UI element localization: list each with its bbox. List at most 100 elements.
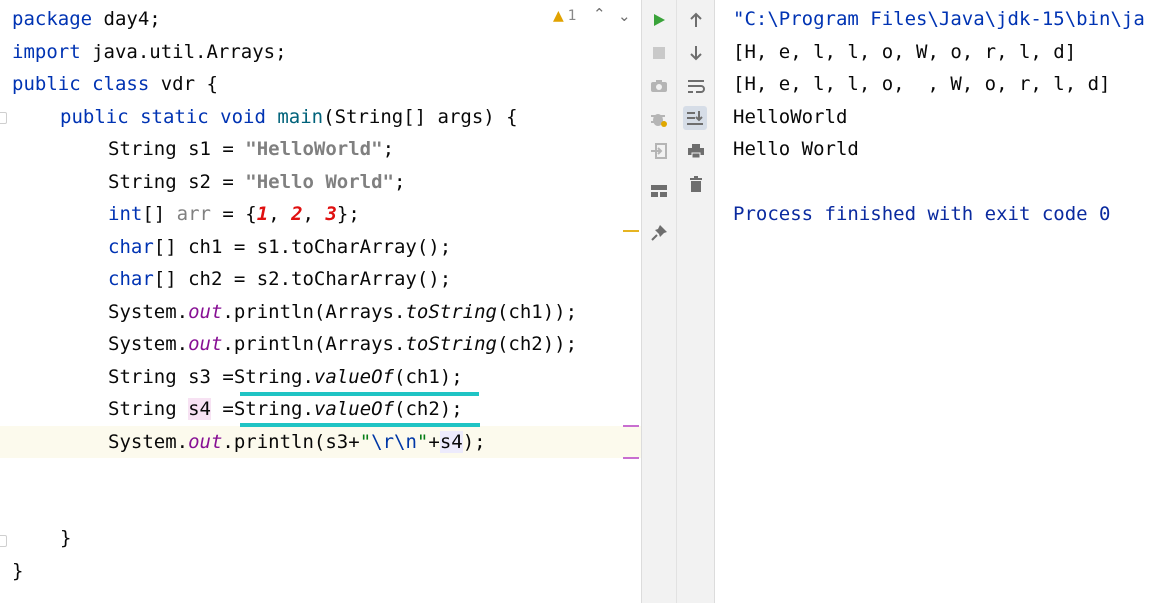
code-line-9[interactable]: char[] ch2 = s2.toCharArray(); xyxy=(108,263,451,295)
code-text: vdr { xyxy=(149,73,218,95)
code-text: java.util.Arrays; xyxy=(80,41,287,63)
code-line-7[interactable]: int[] arr = {1, 2, 3}; xyxy=(108,198,360,230)
code-line-4[interactable]: public static void main(String[] args) { xyxy=(60,101,518,133)
code-text: ; xyxy=(394,171,406,193)
console-output-line: [H, e, l, l, o, W, o, r, l, d] xyxy=(733,41,1077,63)
code-text: System. xyxy=(108,333,189,355)
run-toolbar xyxy=(642,0,677,603)
code-text: String xyxy=(108,398,189,420)
code-line-16[interactable]: } xyxy=(12,555,23,587)
next-highlight-icon[interactable]: ⌄ xyxy=(618,7,631,25)
down-arrow-icon[interactable] xyxy=(684,41,708,65)
debug-icon[interactable] xyxy=(647,107,671,131)
code-text: , xyxy=(268,203,292,225)
code-text: String s1 = xyxy=(108,138,246,160)
keyword: char xyxy=(108,236,154,258)
keyword: public xyxy=(12,73,81,95)
inspection-count: 1 xyxy=(567,8,577,24)
pin-icon[interactable] xyxy=(647,221,671,245)
console-toolbar xyxy=(677,0,715,603)
error-stripe-warning[interactable] xyxy=(623,230,639,232)
code-line-12[interactable]: String s3 =String.valueOf(ch1); xyxy=(108,361,463,393)
keyword: char xyxy=(108,268,154,290)
code-text: .println(Arrays. xyxy=(222,333,406,355)
string-literal: "Hello World" xyxy=(245,171,394,193)
console-output-line: [H, e, l, l, o, , W, o, r, l, d] xyxy=(733,73,1111,95)
keyword: public static void xyxy=(60,106,266,128)
number-literal: 3 xyxy=(325,203,337,225)
stop-icon[interactable] xyxy=(647,41,671,65)
code-line-3[interactable]: public class vdr { xyxy=(12,68,218,100)
static-field: out xyxy=(188,333,223,355)
static-method: toString xyxy=(405,333,497,355)
code-text: .println(s3+ xyxy=(222,431,360,453)
code-text: + xyxy=(428,431,440,453)
code-editor[interactable]: ▲ 1 ⌃ ⌄ package day4; import java.util.Ar… xyxy=(0,0,641,603)
code-text: System. xyxy=(108,301,189,323)
code-text: .println(Arrays. xyxy=(222,301,406,323)
code-text: (ch1); xyxy=(394,366,463,388)
error-stripe-usage[interactable] xyxy=(623,425,639,427)
run-icon[interactable] xyxy=(647,8,671,32)
static-field: out xyxy=(188,301,223,323)
code-text: String. xyxy=(233,398,314,420)
number-literal: 2 xyxy=(291,203,303,225)
keyword: class xyxy=(92,73,150,95)
scroll-to-end-icon[interactable] xyxy=(683,106,707,130)
code-line-5[interactable]: String s1 = "HelloWorld"; xyxy=(108,133,394,165)
variable-highlight: s4 xyxy=(439,431,463,453)
code-text: ); xyxy=(462,431,486,453)
exit-icon[interactable] xyxy=(647,139,671,163)
console-exit-message: Process finished with exit code 0 xyxy=(733,203,1111,225)
code-text: ; xyxy=(382,138,395,160)
warning-icon: ▲ xyxy=(553,8,564,24)
trash-icon[interactable] xyxy=(684,172,708,196)
soft-wrap-icon[interactable] xyxy=(684,74,708,98)
layout-icon[interactable] xyxy=(647,179,671,203)
code-line-14[interactable]: System.out.println(s3+"\r\n"+s4); xyxy=(108,426,486,458)
up-arrow-icon[interactable] xyxy=(684,8,708,32)
static-method: toString xyxy=(405,301,497,323)
code-line-1[interactable]: package day4; xyxy=(12,3,161,35)
code-text: (ch1)); xyxy=(496,301,578,323)
code-text: String s3 = xyxy=(108,366,234,388)
static-method: valueOf xyxy=(313,366,394,388)
code-text: , xyxy=(302,203,326,225)
fold-marker[interactable] xyxy=(0,535,7,547)
run-console[interactable]: "C:\Program Files\Java\jdk-15\bin\ja [H,… xyxy=(715,0,1164,603)
code-line-11[interactable]: System.out.println(Arrays.toString(ch2))… xyxy=(108,328,577,360)
variable-highlight: s4 xyxy=(188,398,211,420)
static-field: out xyxy=(188,431,223,453)
camera-icon[interactable] xyxy=(647,74,671,98)
string-literal: "HelloWorld" xyxy=(245,138,383,160)
code-line-10[interactable]: System.out.println(Arrays.toString(ch1))… xyxy=(108,296,577,328)
code-text: day4; xyxy=(92,8,161,30)
code-line-6[interactable]: String s2 = "Hello World"; xyxy=(108,166,405,198)
code-text: = { xyxy=(210,203,257,225)
code-text: (ch2); xyxy=(394,398,463,420)
keyword: import xyxy=(12,41,81,63)
escape-sequence: \r\n xyxy=(371,431,417,453)
console-output-line: HelloWorld xyxy=(733,106,848,128)
number-literal: 1 xyxy=(256,203,269,225)
inspection-widget[interactable]: ▲ 1 xyxy=(553,8,577,24)
code-text: [] ch2 = s2.toCharArray(); xyxy=(153,268,452,290)
static-method: valueOf xyxy=(313,398,395,420)
print-icon[interactable] xyxy=(684,139,708,163)
code-line-15[interactable]: } xyxy=(60,522,71,554)
keyword: package xyxy=(12,8,93,30)
keyword: int xyxy=(108,203,143,225)
fold-marker[interactable] xyxy=(0,112,7,124)
code-text: = xyxy=(210,398,234,420)
unused-variable: arr xyxy=(176,203,211,225)
error-stripe-usage[interactable] xyxy=(623,457,639,459)
console-command-line: "C:\Program Files\Java\jdk-15\bin\ja xyxy=(733,8,1145,30)
previous-highlight-icon[interactable]: ⌃ xyxy=(593,5,606,23)
code-line-13[interactable]: String s4 =String.valueOf(ch2); xyxy=(108,393,463,425)
code-text: System. xyxy=(108,431,189,453)
code-text: (ch2)); xyxy=(496,333,578,355)
code-text: (String[] args) { xyxy=(323,106,518,128)
code-text: [] ch1 = s1.toCharArray(); xyxy=(153,236,452,258)
code-line-2[interactable]: import java.util.Arrays; xyxy=(12,36,287,68)
code-line-8[interactable]: char[] ch1 = s1.toCharArray(); xyxy=(108,231,451,263)
